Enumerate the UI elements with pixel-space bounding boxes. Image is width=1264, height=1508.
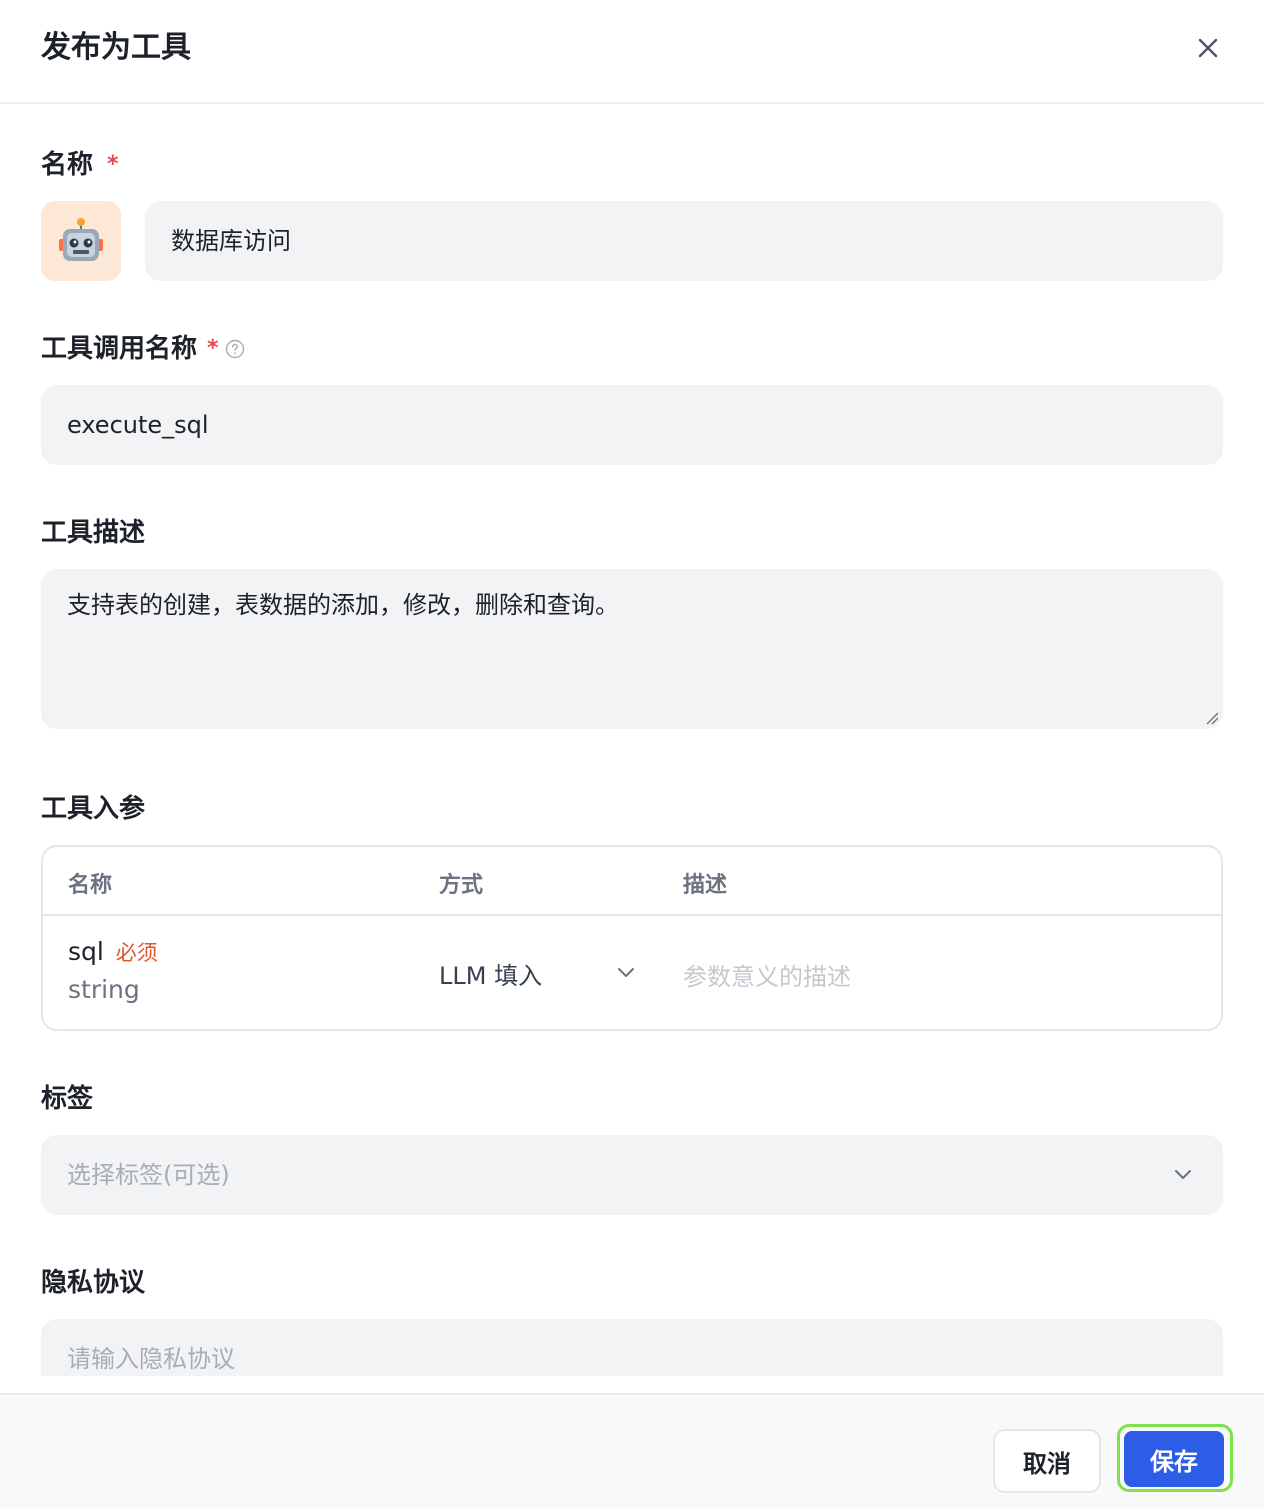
question-circle-icon[interactable] [225,339,245,359]
description-label: 工具描述 [41,518,146,548]
required-badge: 必须 [115,941,158,965]
tool-name-value: 数据库访问 [171,227,291,255]
name-label-row: 名称 * [41,148,119,182]
resize-handle-icon[interactable] [1205,711,1219,725]
tags-select[interactable]: 选择标签(可选) [41,1135,1223,1215]
tool-avatar[interactable] [41,201,121,281]
tool-name-input[interactable]: 数据库访问 [145,201,1223,281]
tags-label: 标签 [41,1084,94,1114]
dialog-footer: 取消 保存 [0,1393,1264,1508]
param-description-input[interactable]: 参数意义的描述 [683,957,1203,991]
params-label: 工具入参 [41,794,146,824]
close-icon [1198,38,1218,58]
close-button[interactable] [1190,30,1226,66]
column-header-name: 名称 [68,873,113,898]
tags-placeholder: 选择标签(可选) [67,1161,230,1189]
call-name-label-row: 工具调用名称 * [41,332,245,366]
call-name-value: execute_sql [67,411,209,439]
dialog-body: 名称 * 数据库访问 工具调用名称 * execute_sql 工具描述 支持表… [0,104,1264,1376]
required-mark: * [207,336,219,361]
privacy-placeholder: 请输入隐私协议 [67,1345,235,1373]
save-button[interactable]: 保存 [1124,1431,1224,1487]
privacy-input[interactable]: 请输入隐私协议 [41,1319,1223,1376]
call-name-label: 工具调用名称 [41,334,198,364]
param-description-placeholder: 参数意义的描述 [683,963,851,991]
params-table: 名称 方式 描述 sql 必须 string LLM 填入 参数意义的描述 [41,845,1223,1031]
cancel-button[interactable]: 取消 [993,1429,1101,1493]
table-header: 名称 方式 描述 [43,847,1221,916]
call-name-input[interactable]: execute_sql [41,385,1223,465]
param-method-select[interactable]: LLM 填入 [439,955,635,991]
required-mark: * [107,152,119,177]
chevron-down-icon [618,968,634,977]
dialog-title: 发布为工具 [41,30,191,65]
publish-tool-dialog: 发布为工具 名称 * 数据库访问 工具调用名称 * execute_sql 工具… [0,0,1264,1508]
column-header-method: 方式 [439,873,484,898]
description-value: 支持表的创建，表数据的添加，修改，删除和查询。 [67,591,619,619]
robot-emoji-icon [59,218,103,261]
param-method-value: LLM 填入 [439,961,543,990]
name-label: 名称 [41,150,94,180]
param-type: string [68,975,140,1004]
param-name: sql [68,937,104,966]
description-textarea[interactable]: 支持表的创建，表数据的添加，修改，删除和查询。 [41,569,1223,729]
privacy-label: 隐私协议 [41,1268,146,1298]
column-header-description: 描述 [683,873,728,898]
param-name-cell: sql 必须 [68,937,158,967]
chevron-down-icon [1175,1170,1191,1179]
dialog-header: 发布为工具 [0,0,1264,104]
